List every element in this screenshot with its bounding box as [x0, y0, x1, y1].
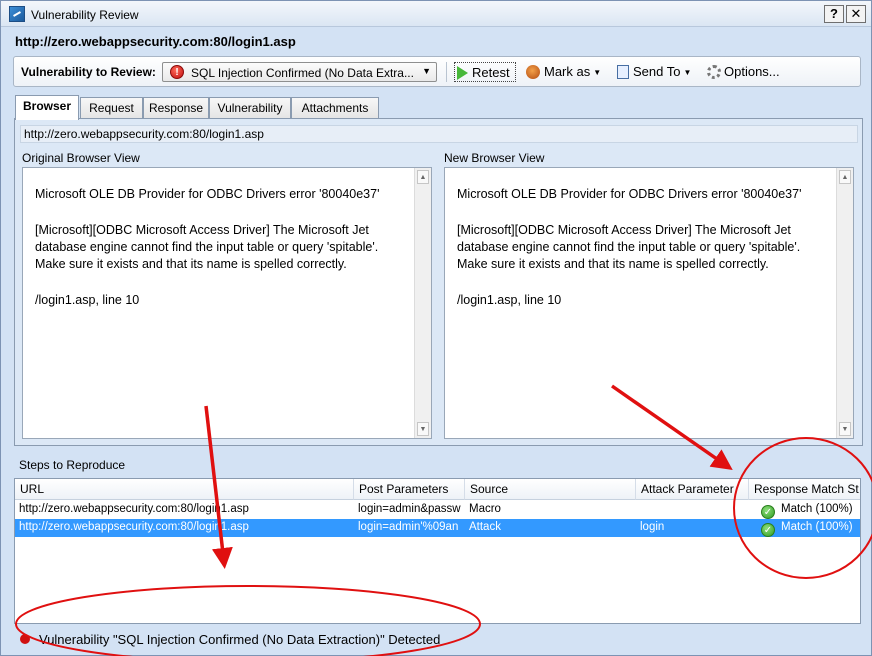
original-browser-view[interactable]: Microsoft OLE DB Provider for ODBC Drive…: [22, 167, 432, 439]
table-row[interactable]: http://zero.webappsecurity.com:80/login1…: [15, 501, 860, 519]
app-icon: [9, 6, 25, 22]
error-detail: [Microsoft][ODBC Microsoft Access Driver…: [457, 223, 801, 271]
vertical-scrollbar[interactable]: ▲ ▼: [414, 168, 431, 438]
error-line: Microsoft OLE DB Provider for ODBC Drive…: [457, 187, 802, 201]
tab-vulnerability[interactable]: Vulnerability: [209, 97, 291, 119]
error-detail: [Microsoft][ODBC Microsoft Access Driver…: [35, 223, 379, 271]
error-location: /login1.asp, line 10: [457, 293, 562, 307]
send-icon: [617, 65, 629, 79]
window-title: Vulnerability Review: [31, 8, 139, 22]
tab-browser[interactable]: Browser: [15, 95, 79, 120]
attack-cell: login: [640, 521, 665, 533]
column-header-post-parameters[interactable]: Post Parameters: [354, 479, 465, 500]
tab-request[interactable]: Request: [80, 97, 143, 119]
gear-icon: [707, 65, 721, 79]
attack-cell: [636, 501, 749, 519]
browser-address: http://zero.webappsecurity.com:80/login1…: [20, 125, 858, 143]
scroll-down-icon[interactable]: ▼: [839, 422, 851, 436]
chevron-down-icon: ▼: [422, 66, 431, 76]
close-button[interactable]: ✕: [846, 5, 866, 23]
url-cell: http://zero.webappsecurity.com:80/login1…: [19, 521, 249, 533]
check-icon: ✓: [761, 505, 775, 519]
new-view-label: New Browser View: [444, 151, 545, 165]
tab-response[interactable]: Response: [143, 97, 209, 119]
title-bar[interactable]: Vulnerability Review ? ✕: [1, 1, 871, 27]
url-cell: http://zero.webappsecurity.com:80/login1…: [19, 503, 249, 515]
vertical-scrollbar[interactable]: ▲ ▼: [836, 168, 853, 438]
new-content: Microsoft OLE DB Provider for ODBC Drive…: [457, 186, 827, 328]
toolbar-divider: [446, 62, 447, 82]
options-button[interactable]: Options...: [707, 62, 780, 82]
help-button[interactable]: ?: [824, 5, 844, 23]
error-location: /login1.asp, line 10: [35, 293, 140, 307]
alert-icon: [20, 634, 30, 644]
source-cell: Macro: [469, 503, 501, 515]
status-message: Vulnerability "SQL Injection Confirmed (…: [39, 632, 441, 647]
column-header-url[interactable]: URL: [15, 479, 354, 500]
column-header-attack-parameter[interactable]: Attack Parameter: [636, 479, 749, 500]
caret-down-icon: ▼: [683, 68, 692, 77]
play-icon: [457, 66, 468, 80]
original-content: Microsoft OLE DB Provider for ODBC Drive…: [35, 186, 405, 328]
match-cell: ✓ Match (100%): [749, 519, 860, 537]
selected-vulnerability: SQL Injection Confirmed (No Data Extra..…: [191, 66, 414, 80]
steps-label: Steps to Reproduce: [19, 458, 126, 472]
check-icon: ✓: [761, 523, 775, 537]
page-url: http://zero.webappsecurity.com:80/login1…: [15, 34, 296, 49]
source-cell: Attack: [469, 521, 501, 533]
error-icon: !: [170, 65, 184, 79]
mark-as-button[interactable]: Mark as ▼: [526, 62, 601, 82]
browser-tab-panel: http://zero.webappsecurity.com:80/login1…: [14, 118, 863, 446]
scroll-up-icon[interactable]: ▲: [417, 170, 429, 184]
new-browser-view[interactable]: Microsoft OLE DB Provider for ODBC Drive…: [444, 167, 854, 439]
column-header-source[interactable]: Source: [465, 479, 636, 500]
scroll-down-icon[interactable]: ▼: [417, 422, 429, 436]
vulnerability-dropdown[interactable]: ! SQL Injection Confirmed (No Data Extra…: [162, 62, 437, 82]
original-view-label: Original Browser View: [22, 151, 140, 165]
steps-grid: URL Post Parameters Source Attack Parame…: [14, 478, 861, 624]
column-header-response-match[interactable]: Response Match St: [749, 479, 860, 500]
caret-down-icon: ▼: [593, 68, 602, 77]
table-row[interactable]: http://zero.webappsecurity.com:80/login1…: [15, 519, 860, 537]
error-line: Microsoft OLE DB Provider for ODBC Drive…: [35, 187, 380, 201]
bug-icon: [526, 65, 540, 79]
vulnerability-review-window: Vulnerability Review ? ✕ http://zero.web…: [0, 0, 872, 656]
send-to-button[interactable]: Send To ▼: [617, 62, 691, 82]
vulnerability-label: Vulnerability to Review:: [21, 65, 156, 79]
post-cell: login=admin'%09an: [358, 521, 459, 533]
scroll-up-icon[interactable]: ▲: [839, 170, 851, 184]
toolbar: Vulnerability to Review: ! SQL Injection…: [13, 56, 861, 87]
tab-attachments[interactable]: Attachments: [291, 97, 379, 119]
match-cell: ✓ Match (100%): [749, 501, 860, 519]
post-cell: login=admin&passw: [358, 503, 461, 515]
retest-button[interactable]: Retest: [454, 62, 516, 82]
